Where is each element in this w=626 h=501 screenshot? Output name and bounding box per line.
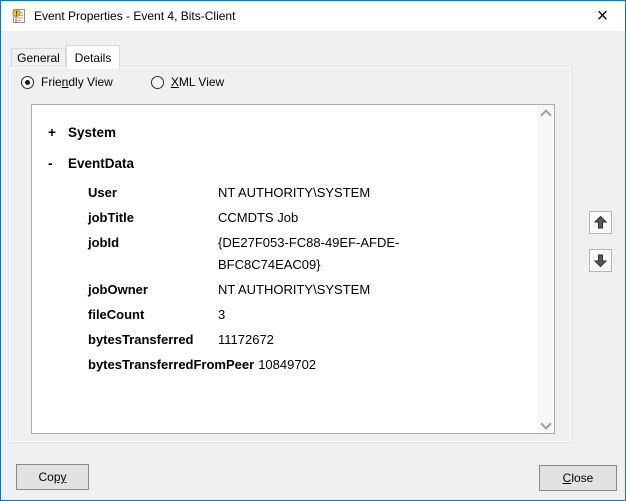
collapse-icon[interactable]: - [48,154,68,174]
close-icon[interactable]: × [580,1,625,30]
copy-button-label: Copy [38,470,66,484]
table-row: jobOwner NT AUTHORITY\SYSTEM [88,279,554,301]
field-name: fileCount [88,304,218,326]
tab-details[interactable]: Details [66,45,120,69]
radio-unselected-icon[interactable] [151,76,164,89]
field-name: User [88,182,218,204]
field-name: jobId [88,232,218,276]
close-button-label: Close [563,471,594,485]
event-data-tree: + System - EventData User NT AUTHORITY\S… [32,105,554,376]
arrow-down-icon [594,254,607,267]
tree-node-eventdata[interactable]: - EventData [48,154,554,174]
field-name: jobTitle [88,207,218,229]
radio-selected-icon[interactable] [21,76,34,89]
table-row: User NT AUTHORITY\SYSTEM [88,182,554,204]
next-event-button[interactable] [589,249,612,272]
event-properties-dialog: Event Properties - Event 4, Bits-Client … [0,0,626,501]
chevron-up-icon [541,109,550,118]
field-value: 11172672 [218,329,274,351]
field-value: 3 [218,304,225,326]
arrow-up-icon [594,216,607,229]
vertical-scrollbar[interactable] [537,105,554,433]
scrollbar-down-button[interactable] [537,416,554,433]
table-row: bytesTransferred 11172672 [88,329,554,351]
friendly-view-label: Friendly View [41,75,113,89]
field-name: bytesTransferredFromPeer [88,354,258,376]
view-mode-options: Friendly View XML View [21,75,262,89]
tab-details-label: Details [75,51,112,65]
tab-general[interactable]: General [11,48,66,68]
xml-view-radio[interactable]: XML View [151,75,224,89]
field-value: 10849702 [258,354,316,376]
tree-node-label: EventData [68,154,134,174]
field-value: NT AUTHORITY\SYSTEM [218,182,370,204]
field-value: {DE27F053-FC88-49EF-AFDE-BFC8C74EAC09} [218,232,408,276]
field-name: bytesTransferred [88,329,218,351]
tab-general-label: General [17,51,60,65]
friendly-view-radio[interactable]: Friendly View [21,75,113,89]
field-value: NT AUTHORITY\SYSTEM [218,279,370,301]
close-button[interactable]: Close [539,465,617,491]
expand-icon[interactable]: + [48,123,68,143]
previous-event-button[interactable] [589,211,612,234]
tree-node-label: System [68,123,116,143]
copy-button[interactable]: Copy [16,464,89,490]
friendly-view-panel: + System - EventData User NT AUTHORITY\S… [31,104,555,434]
table-row: jobTitle CCMDTS Job [88,207,554,229]
field-name: jobOwner [88,279,218,301]
scrollbar-up-button[interactable] [537,105,554,122]
field-value: CCMDTS Job [218,207,298,229]
titlebar[interactable]: Event Properties - Event 4, Bits-Client … [1,1,625,31]
xml-view-label: XML View [171,75,224,89]
details-tab-page: Friendly View XML View + System - EventD… [9,67,571,442]
table-row: jobId {DE27F053-FC88-49EF-AFDE-BFC8C74EA… [88,232,554,276]
table-row: fileCount 3 [88,304,554,326]
event-log-icon [10,8,26,24]
chevron-down-icon [541,420,550,429]
tree-node-system[interactable]: + System [48,123,554,143]
table-row: bytesTransferredFromPeer 10849702 [88,354,554,376]
window-title: Event Properties - Event 4, Bits-Client [34,9,235,23]
